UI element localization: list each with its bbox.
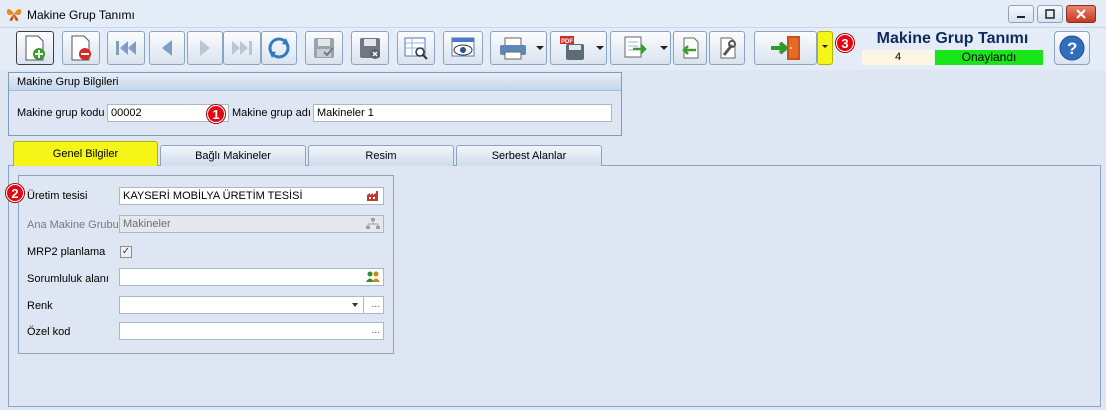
- marker-badge-3: 3: [836, 34, 854, 52]
- save-disk-icon: [314, 38, 334, 58]
- maximize-button[interactable]: [1037, 5, 1063, 23]
- next-record-button[interactable]: [187, 31, 223, 65]
- marker-badge-2: 2: [6, 184, 24, 202]
- status-badge: Onaylandı: [935, 50, 1043, 65]
- save-button[interactable]: [305, 31, 343, 65]
- wrench-icon: [720, 37, 736, 59]
- ellipsis-icon: ...: [371, 299, 380, 310]
- delete-record-button[interactable]: [62, 31, 100, 65]
- previous-icon: [162, 40, 172, 56]
- document-transfer-icon: [624, 36, 647, 58]
- hierarchy-icon: [366, 218, 380, 229]
- uretim-tesisi-label: Üretim tesisi: [27, 190, 88, 202]
- group-code-label: Makine grup kodu: [17, 107, 105, 119]
- title-bar: [0, 0, 1106, 28]
- chevron-down-icon: [596, 46, 604, 50]
- window-title: Makine Grup Tanımı: [27, 8, 135, 22]
- uretim-tesisi-field[interactable]: KAYSERİ MOBİLYA ÜRETİM TESİSİ: [119, 187, 384, 205]
- next-icon: [200, 40, 210, 56]
- svg-text:?: ?: [1067, 39, 1077, 58]
- refresh-button[interactable]: [261, 31, 297, 65]
- sorumluluk-alani-field[interactable]: [119, 268, 384, 286]
- chevron-down-icon: [536, 46, 544, 50]
- group-info-header: Makine Grup Bilgileri: [9, 73, 621, 91]
- new-document-icon: [25, 35, 45, 61]
- group-name-label: Makine grup adı: [232, 107, 311, 119]
- save-close-button[interactable]: [351, 31, 389, 65]
- form-title: Makine Grup Tanımı: [876, 30, 1029, 47]
- document-import-icon: [682, 37, 699, 59]
- chevron-down-icon: [822, 45, 828, 48]
- preview-button[interactable]: [443, 31, 483, 65]
- exit-dropdown-button[interactable]: [817, 31, 833, 65]
- exit-button[interactable]: [754, 31, 817, 65]
- print-button[interactable]: [490, 31, 547, 65]
- pdf-save-icon: PDF: [559, 36, 584, 60]
- close-button[interactable]: [1066, 5, 1096, 23]
- factory-icon[interactable]: [366, 190, 380, 202]
- status-number: 4: [862, 50, 934, 65]
- save-close-icon: [360, 38, 380, 59]
- import-button[interactable]: [673, 31, 707, 65]
- list-search-icon: [404, 37, 428, 60]
- uretim-tesisi-value: KAYSERİ MOBİLYA ÜRETİM TESİSİ: [123, 190, 303, 202]
- delete-document-icon: [71, 35, 91, 61]
- tools-button[interactable]: [709, 31, 745, 65]
- sorumluluk-alani-label: Sorumluluk alanı: [27, 273, 109, 285]
- tab-serbest-alanlar[interactable]: Serbest Alanlar: [456, 145, 602, 166]
- previous-record-button[interactable]: [149, 31, 185, 65]
- help-icon: ?: [1059, 35, 1085, 61]
- tab-bagli-makineler[interactable]: Bağlı Makineler: [160, 145, 306, 166]
- minimize-icon: [1017, 16, 1025, 18]
- new-record-button[interactable]: [16, 31, 54, 65]
- exit-door-icon: [770, 36, 800, 60]
- last-record-button[interactable]: [223, 31, 261, 65]
- tab-genel-bilgiler[interactable]: Genel Bilgiler: [13, 141, 158, 166]
- chevron-down-icon: [660, 46, 668, 50]
- refresh-icon: [268, 37, 290, 59]
- preview-eye-icon: [451, 37, 475, 57]
- export-pdf-button[interactable]: PDF: [550, 31, 607, 65]
- renk-label: Renk: [27, 300, 53, 312]
- last-icon: [232, 41, 252, 55]
- butterfly-icon: [6, 6, 22, 22]
- transfer-button[interactable]: [610, 31, 671, 65]
- help-button[interactable]: ?: [1054, 31, 1090, 65]
- marker-badge-1: 1: [207, 105, 225, 123]
- ozel-kod-label: Özel kod: [27, 326, 71, 338]
- tab-resim[interactable]: Resim: [308, 145, 454, 166]
- renk-select[interactable]: [119, 296, 364, 314]
- ana-makine-grubu-field: Makineler: [119, 215, 384, 233]
- ellipsis-icon[interactable]: ...: [372, 323, 380, 339]
- search-list-button[interactable]: [397, 31, 435, 65]
- mrp2-planlama-label: MRP2 planlama: [27, 246, 106, 258]
- renk-ellipsis-button[interactable]: ...: [364, 296, 384, 314]
- ana-makine-grubu-label: Ana Makine Grubu: [27, 219, 119, 231]
- ana-makine-grubu-value: Makineler: [123, 218, 171, 230]
- first-icon: [116, 41, 136, 55]
- group-name-field[interactable]: Makineler 1: [313, 104, 612, 122]
- mrp2-planlama-checkbox[interactable]: ✓: [120, 246, 132, 258]
- ozel-kod-field[interactable]: ...: [119, 322, 384, 340]
- chevron-down-icon[interactable]: [352, 303, 358, 307]
- first-record-button[interactable]: [107, 31, 145, 65]
- close-icon: [1076, 9, 1086, 19]
- maximize-icon: [1045, 9, 1055, 19]
- users-icon[interactable]: [366, 271, 380, 283]
- printer-icon: [499, 37, 526, 60]
- minimize-button[interactable]: [1008, 5, 1034, 23]
